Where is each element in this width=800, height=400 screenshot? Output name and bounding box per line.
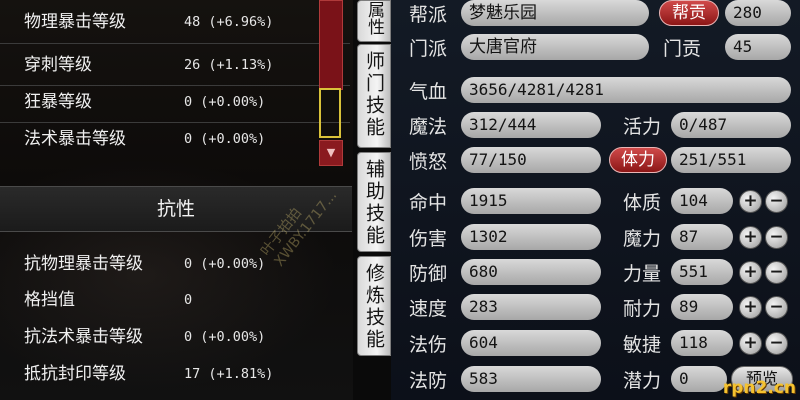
school-field: 大唐官府 [461,34,649,60]
stat-name: 物理暴击等级 [24,12,126,32]
defense-field: 680 [461,259,601,285]
combat-stats-panel: 物理暴击等级 48 (+6.96%) 穿刺等级 26 (+1.13%) 狂暴等级… [0,0,353,400]
accuracy-label: 命中 [409,192,448,214]
rage-label: 愤怒 [409,151,448,173]
speed-label: 速度 [409,298,448,320]
school-contribution-field: 45 [725,34,791,60]
faction-field: 梦魅乐园 [461,0,649,26]
magic-power-minus-button[interactable]: − [765,226,788,249]
rage-field: 77/150 [461,147,601,173]
tab-label: 师门技能 [363,51,385,139]
stat-value: 0 (+0.00%) [184,329,266,345]
tab-attributes[interactable]: 属性 [357,0,391,42]
hp-label: 气血 [409,81,448,103]
stat-value: 0 [184,292,193,308]
tab-label: 属性 [364,1,384,35]
agility-field: 118 [671,330,733,356]
tab-label: 辅助技能 [363,159,385,247]
constitution-plus-button[interactable]: + [739,190,762,213]
defense-label: 防御 [409,263,448,285]
stat-row-berserk: 狂暴等级 0 (+0.00%) [0,84,300,120]
endurance-label: 耐力 [623,298,662,320]
magic-power-plus-button[interactable]: + [739,226,762,249]
magic-power-field: 87 [671,224,733,250]
character-attributes-panel: 帮派 梦魅乐园 帮贡 280 门派 大唐官府 门贡 45 气血 3656/428… [391,0,800,400]
accuracy-field: 1915 [461,188,601,214]
endurance-plus-button[interactable]: + [739,296,762,319]
endurance-field: 89 [671,294,733,320]
stat-value: 26 (+1.13%) [184,57,274,73]
stat-name: 法术暴击等级 [24,129,126,149]
scroll-down-arrow-icon[interactable]: ▼ [319,140,343,166]
strength-plus-button[interactable]: + [739,261,762,284]
potential-field: 0 [671,366,727,392]
faction-label: 帮派 [409,4,448,26]
damage-label: 伤害 [409,228,448,250]
damage-field: 1302 [461,224,601,250]
speed-field: 283 [461,294,601,320]
stat-row-pierce: 穿刺等级 26 (+1.13%) [0,47,300,83]
stat-name: 抵抗封印等级 [24,364,126,384]
stat-value: 0 (+0.00%) [184,131,266,147]
mp-label: 魔法 [409,116,448,138]
magic-defense-label: 法防 [409,370,448,392]
stamina-button[interactable]: 体力 [609,147,667,173]
stat-row-anti-physical-crit: 抗物理暴击等级 0 (+0.00%) [0,246,300,282]
strength-field: 551 [671,259,733,285]
constitution-field: 104 [671,188,733,214]
stat-row-anti-magic-crit: 抗法术暴击等级 0 (+0.00%) [0,319,300,355]
school-label: 门派 [409,38,448,60]
hp-field: 3656/4281/4281 [461,77,791,103]
stat-name: 穿刺等级 [24,55,92,75]
scrollbar-thumb[interactable] [319,0,343,90]
site-watermark: rpn2.cn [722,378,796,398]
divider [0,43,350,44]
stat-name: 格挡值 [24,290,75,310]
strength-label: 力量 [623,263,662,285]
strength-minus-button[interactable]: − [765,261,788,284]
agility-label: 敏捷 [623,334,662,356]
tab-school-skills[interactable]: 师门技能 [357,44,391,148]
faction-contribution-button[interactable]: 帮贡 [659,0,719,26]
stat-row-magic-crit: 法术暴击等级 0 (+0.00%) [0,121,300,157]
stat-name: 抗物理暴击等级 [24,254,143,274]
potential-label: 潜力 [623,370,662,392]
magic-damage-label: 法伤 [409,334,448,356]
magic-power-label: 魔力 [623,228,662,250]
vitality-field: 0/487 [671,112,791,138]
constitution-label: 体质 [623,192,662,214]
stat-value: 0 (+0.00%) [184,256,266,272]
constitution-minus-button[interactable]: − [765,190,788,213]
stat-row-block: 格挡值 0 [0,282,300,318]
tab-assist-skills[interactable]: 辅助技能 [357,152,391,252]
stat-name: 抗法术暴击等级 [24,327,143,347]
stat-name: 狂暴等级 [24,92,92,112]
stamina-field: 251/551 [671,147,791,173]
endurance-minus-button[interactable]: − [765,296,788,319]
vitality-label: 活力 [623,116,662,138]
stat-value: 0 (+0.00%) [184,94,266,110]
agility-minus-button[interactable]: − [765,332,788,355]
stat-value: 17 (+1.81%) [184,366,274,382]
stat-value: 48 (+6.96%) [184,14,274,30]
stat-row-physical-crit: 物理暴击等级 48 (+6.96%) [0,4,300,40]
faction-contribution-field: 280 [725,0,791,26]
school-contribution-label: 门贡 [663,38,702,60]
mp-field: 312/444 [461,112,601,138]
tab-label: 修炼技能 [363,263,385,351]
magic-defense-field: 583 [461,366,601,392]
scrollbar-track-highlight[interactable] [319,88,341,138]
tab-cultivation-skills[interactable]: 修炼技能 [357,256,391,356]
stat-row-seal-resist: 抵抗封印等级 17 (+1.81%) [0,356,300,392]
magic-damage-field: 604 [461,330,601,356]
agility-plus-button[interactable]: + [739,332,762,355]
